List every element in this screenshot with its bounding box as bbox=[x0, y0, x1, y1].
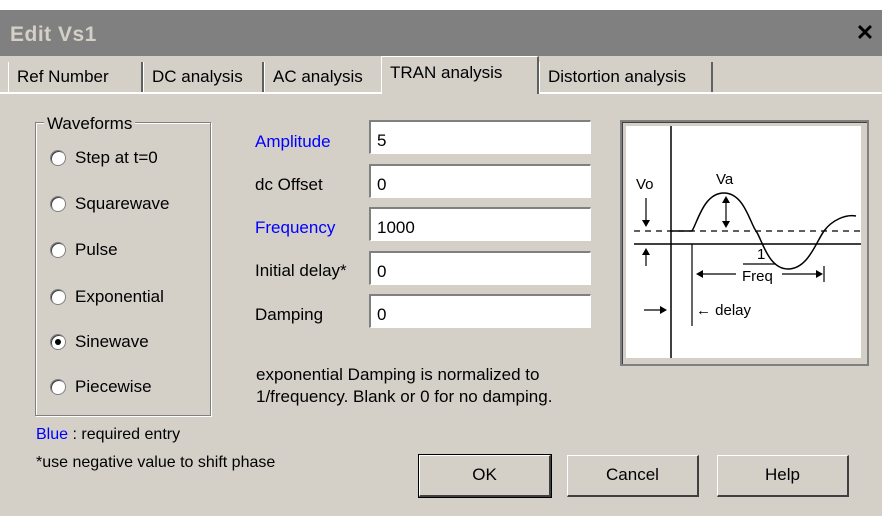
radio-button[interactable] bbox=[50, 379, 66, 395]
top-strip bbox=[0, 0, 882, 10]
delay-arrowhead bbox=[660, 306, 667, 314]
radio-button[interactable] bbox=[50, 242, 66, 258]
va-arrowhead-down bbox=[722, 221, 730, 228]
waveforms-group-title: Waveforms bbox=[44, 114, 136, 134]
ok-button[interactable]: OK bbox=[418, 454, 552, 498]
cancel-button[interactable]: Cancel bbox=[567, 455, 699, 497]
va-label: Va bbox=[716, 171, 734, 188]
damping-note: exponential Damping is normalized to 1/f… bbox=[256, 364, 616, 408]
vo-label: Vo bbox=[636, 176, 654, 193]
frequency-field[interactable] bbox=[369, 207, 591, 241]
radio-button[interactable] bbox=[50, 289, 66, 305]
freq-numerator: 1 bbox=[757, 246, 765, 263]
tab-tran-analysis[interactable]: TRAN analysis bbox=[381, 56, 539, 94]
amplitude-field[interactable] bbox=[369, 120, 591, 154]
damping-field[interactable] bbox=[369, 294, 591, 328]
required-legend: Blue : required entry bbox=[36, 426, 180, 444]
radio-label: Step at t=0 bbox=[75, 148, 158, 167]
vo-arrowhead-top bbox=[642, 220, 650, 227]
window-title: Edit Vs1 bbox=[10, 23, 97, 46]
sinewave-diagram: Vo Va 1 Freq ← delay bbox=[626, 126, 861, 358]
radio-squarewave[interactable]: Squarewave bbox=[50, 192, 170, 216]
period-arrowhead-right bbox=[816, 270, 823, 278]
freq-denominator: Freq bbox=[742, 268, 773, 285]
radio-pulse[interactable]: Pulse bbox=[50, 238, 118, 262]
period-arrowhead-left bbox=[696, 270, 703, 278]
initial-delay-label: Initial delay* bbox=[255, 261, 347, 280]
title-bar[interactable]: Edit Vs1 ✕ bbox=[0, 10, 882, 56]
legend-blue-word: Blue bbox=[36, 426, 69, 443]
tab-distortion-analysis[interactable]: Distortion analysis bbox=[539, 62, 713, 92]
edit-source-dialog: Edit Vs1 ✕ Ref Number DC analysis AC ana… bbox=[0, 0, 882, 516]
vo-arrowhead-bottom bbox=[642, 248, 650, 255]
va-arrowhead-up bbox=[722, 196, 730, 203]
radio-label: Sinewave bbox=[75, 332, 149, 351]
dc-offset-label: dc Offset bbox=[255, 175, 323, 194]
note-line-1: exponential Damping is normalized to bbox=[256, 365, 540, 384]
sinewave-diagram-svg: Vo Va 1 Freq ← delay bbox=[634, 126, 861, 358]
radio-sinewave[interactable]: Sinewave bbox=[50, 330, 149, 354]
initial-delay-field[interactable] bbox=[369, 251, 591, 285]
radio-button[interactable] bbox=[50, 150, 66, 166]
damping-label: Damping bbox=[255, 305, 324, 324]
radio-label: Squarewave bbox=[75, 194, 170, 213]
radio-label: Pulse bbox=[75, 240, 118, 259]
radio-piecewise[interactable]: Piecewise bbox=[50, 375, 152, 399]
tab-ref-number[interactable]: Ref Number bbox=[8, 62, 143, 92]
radio-button-selected[interactable] bbox=[50, 334, 66, 350]
radio-exponential[interactable]: Exponential bbox=[50, 285, 164, 309]
tab-strip: Ref Number DC analysis AC analysis TRAN … bbox=[0, 56, 882, 94]
legend-required-text: : required entry bbox=[68, 426, 181, 443]
radio-label: Piecewise bbox=[75, 377, 152, 396]
tab-ac-analysis[interactable]: AC analysis bbox=[264, 62, 383, 92]
phase-note: *use negative value to shift phase bbox=[36, 454, 276, 471]
note-line-2: 1/frequency. Blank or 0 for no damping. bbox=[256, 387, 553, 406]
help-button[interactable]: Help bbox=[717, 455, 849, 497]
delay-label: ← delay bbox=[696, 302, 752, 319]
radio-button[interactable] bbox=[50, 196, 66, 212]
close-icon[interactable]: ✕ bbox=[854, 22, 876, 44]
dc-offset-field[interactable] bbox=[369, 164, 591, 198]
radio-label: Exponential bbox=[75, 287, 164, 306]
tab-dc-analysis[interactable]: DC analysis bbox=[143, 62, 264, 92]
radio-step[interactable]: Step at t=0 bbox=[50, 146, 158, 170]
amplitude-label: Amplitude bbox=[255, 132, 331, 151]
frequency-label: Frequency bbox=[255, 218, 336, 237]
